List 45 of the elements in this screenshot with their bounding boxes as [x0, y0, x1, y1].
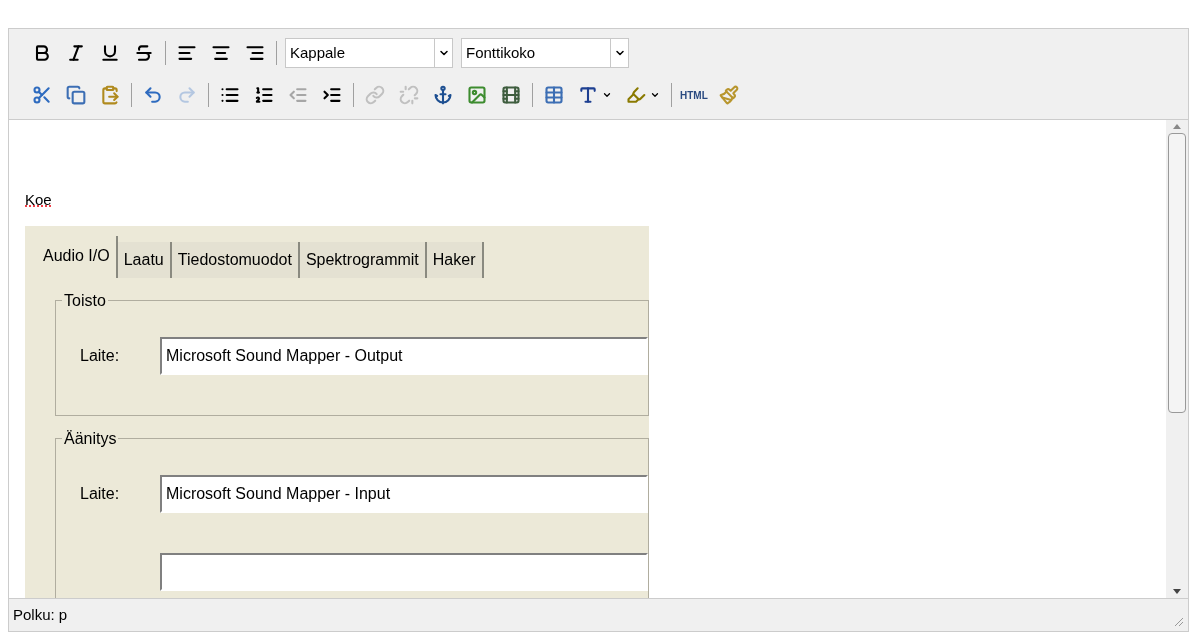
- copy-icon: [66, 85, 86, 105]
- table-edit-icon: [544, 85, 564, 105]
- numbered-list-icon: [254, 85, 274, 105]
- input-field[interactable]: [160, 553, 648, 591]
- resize-grip-icon: [1174, 617, 1184, 627]
- outdent-icon: [288, 85, 308, 105]
- format-select[interactable]: Kappale: [285, 38, 453, 68]
- scrollbar-thumb[interactable]: [1168, 133, 1186, 413]
- highlighter-icon: [626, 85, 646, 105]
- tab[interactable]: Laatu: [117, 242, 172, 278]
- caret-icon: [650, 90, 660, 100]
- image-icon: [467, 85, 487, 105]
- clipboard-icon: [100, 85, 120, 105]
- tab[interactable]: Spektrogrammit: [299, 242, 427, 278]
- undo-icon: [143, 85, 163, 105]
- redo-icon: [177, 85, 197, 105]
- link-icon: [365, 85, 385, 105]
- strikethrough-icon: [134, 43, 154, 63]
- film-icon: [501, 85, 521, 105]
- input-field[interactable]: Microsoft Sound Mapper - Output: [160, 337, 648, 375]
- underline-icon: [100, 43, 120, 63]
- format-select[interactable]: Fonttikoko: [461, 38, 629, 68]
- vertical-scrollbar[interactable]: [1166, 120, 1188, 598]
- align-center-icon: [211, 43, 231, 63]
- indent-icon: [322, 85, 342, 105]
- italic-icon: [66, 43, 86, 63]
- tab[interactable]: Tiedostomuodot: [171, 242, 300, 278]
- scissors-icon: [32, 85, 52, 105]
- brush-icon: [718, 85, 739, 105]
- html-button[interactable]: HTML: [676, 80, 712, 110]
- unlink-icon: [399, 85, 419, 105]
- path-text: Polku: p: [13, 604, 68, 625]
- paragraph-text: Koe: [25, 191, 52, 208]
- input-field[interactable]: Microsoft Sound Mapper - Input: [160, 475, 648, 513]
- field-label: Laite:: [80, 346, 121, 366]
- scroll-up-icon[interactable]: [1173, 124, 1181, 129]
- bullet-list-icon: [220, 85, 240, 105]
- align-left-icon: [177, 43, 197, 63]
- caret-icon: [602, 90, 612, 100]
- scroll-down-icon[interactable]: [1173, 589, 1181, 594]
- field-label: Laite:: [80, 484, 121, 504]
- anchor-icon: [433, 85, 453, 105]
- tab[interactable]: Haker: [426, 242, 484, 278]
- align-right-icon: [245, 43, 265, 63]
- text-color-icon: [578, 85, 598, 105]
